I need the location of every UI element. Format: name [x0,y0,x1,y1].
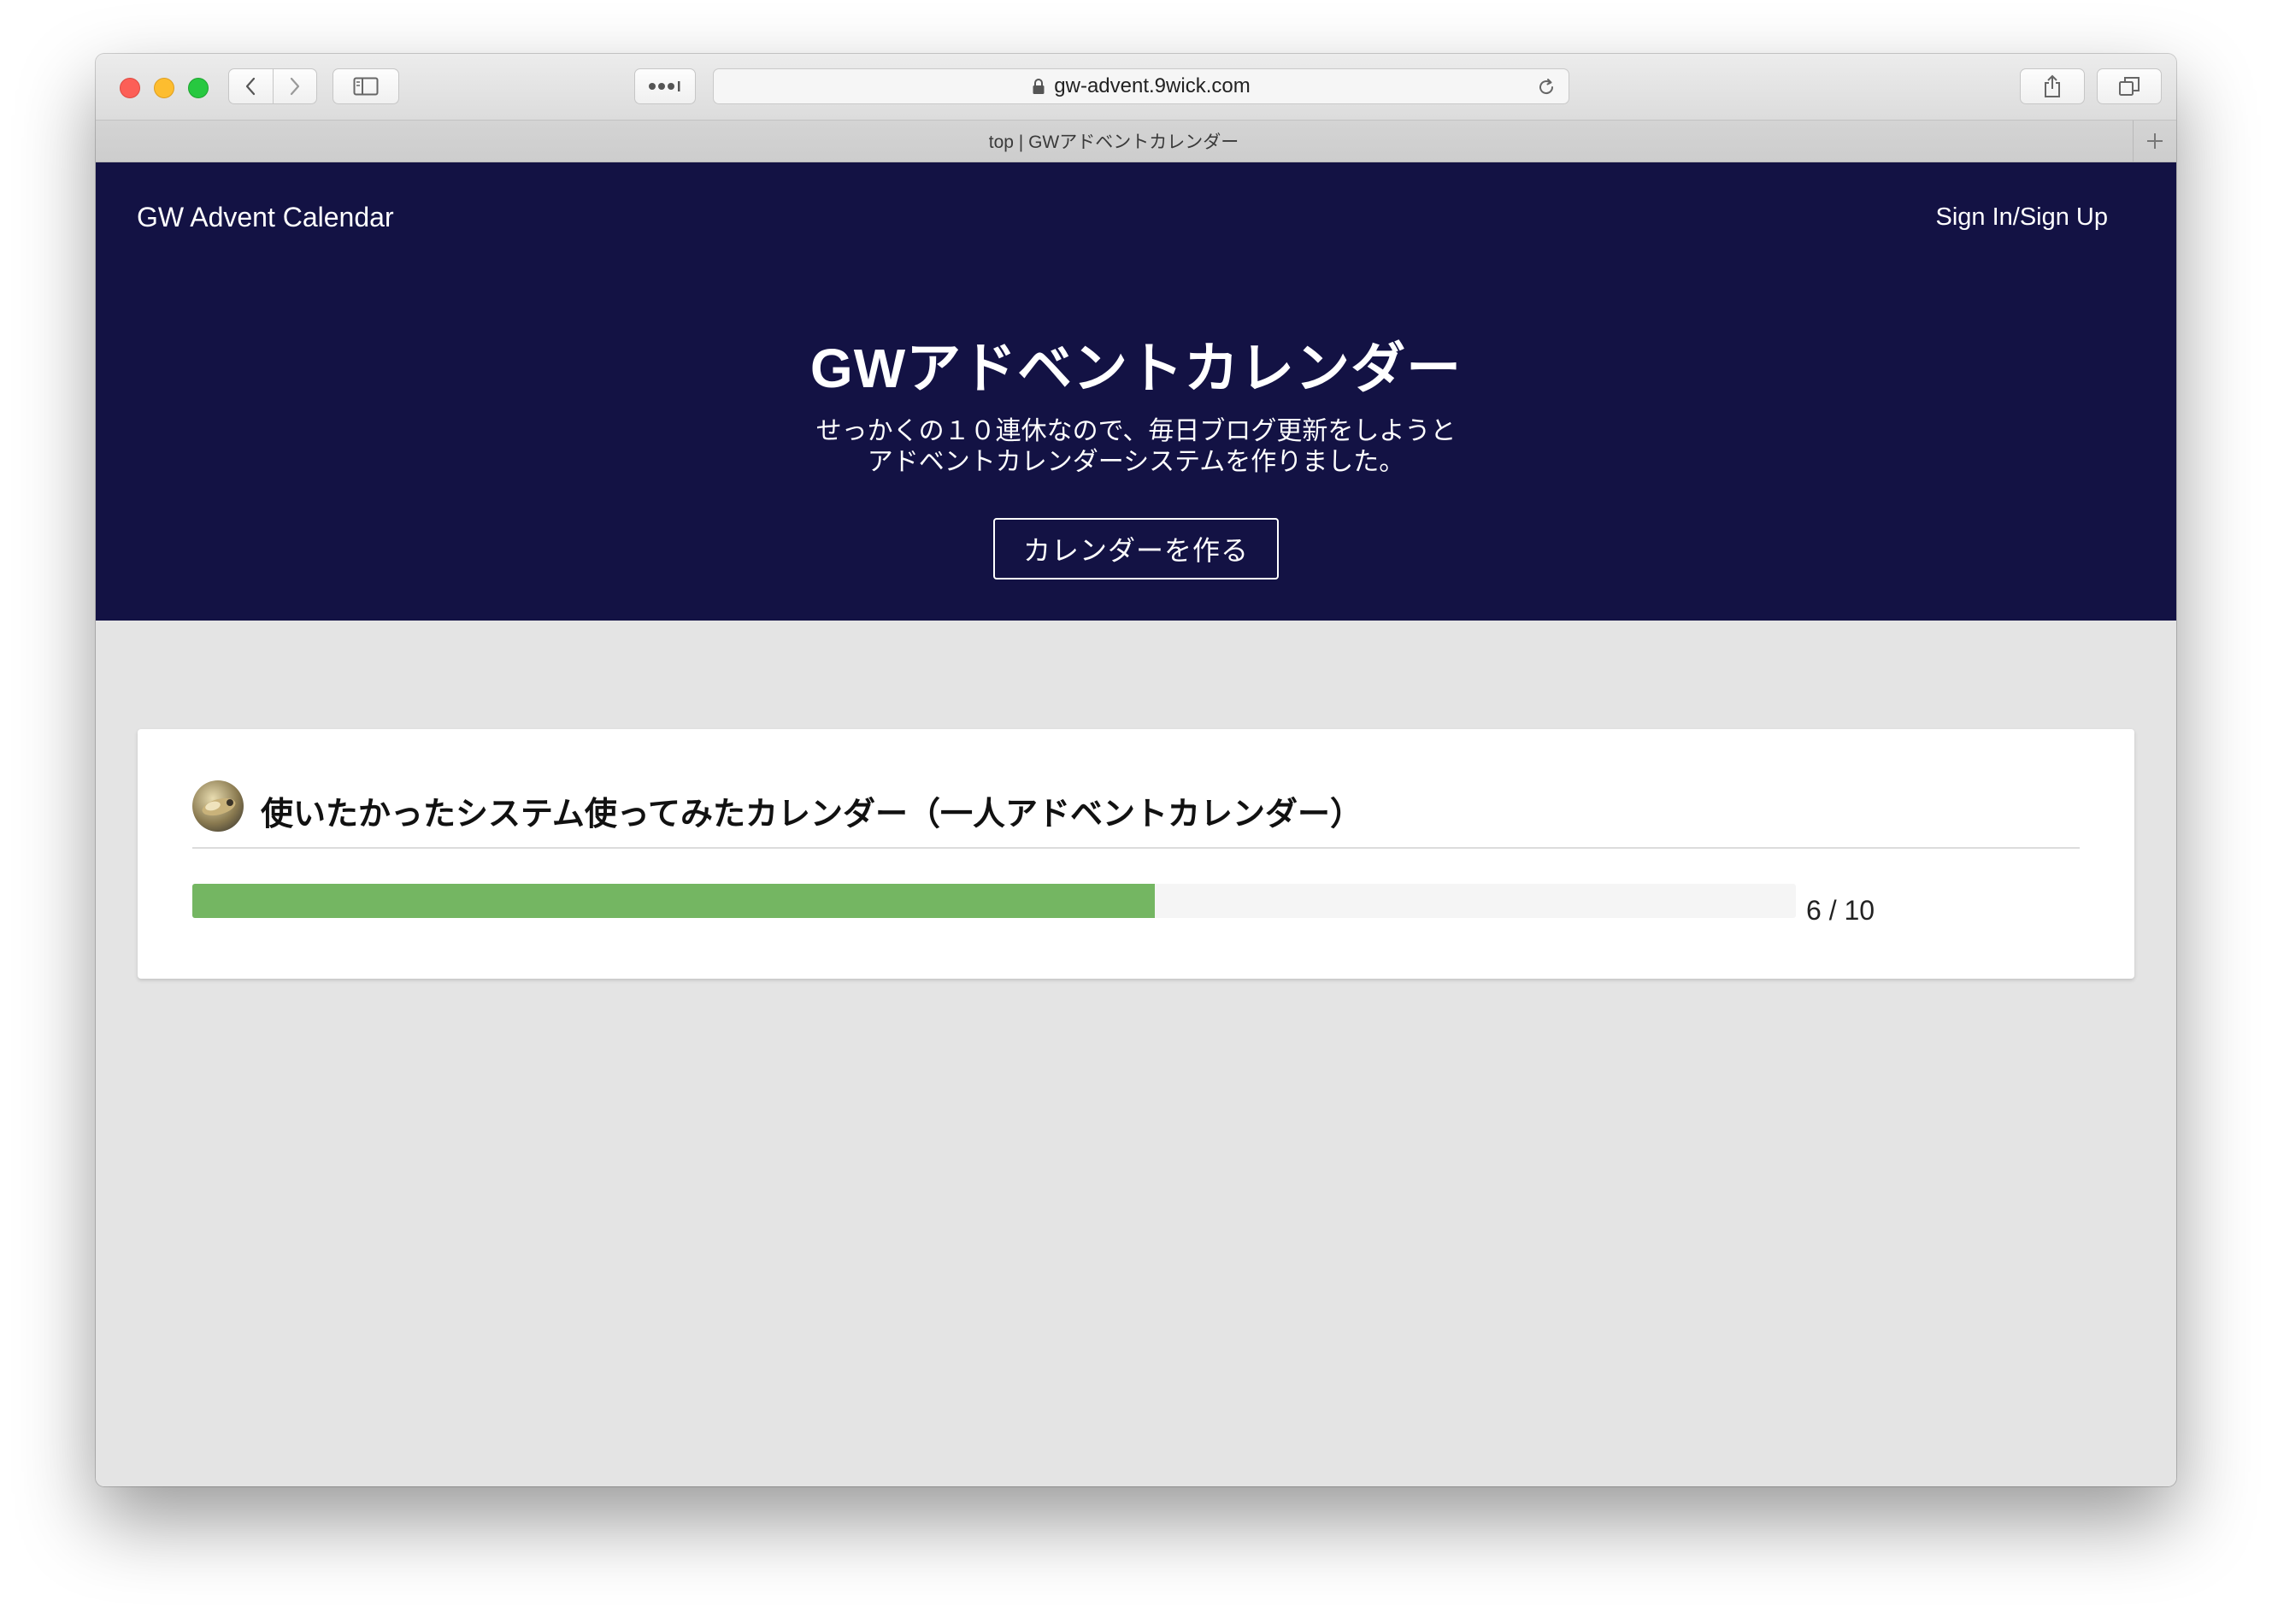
browser-toolbar: gw-advent.9wick.com [96,54,2176,121]
forward-button[interactable] [272,69,317,103]
chevron-right-icon [290,77,299,96]
plus-icon [2147,133,2163,149]
hero-subtitle: せっかくの１０連休なので、毎日ブログ更新をしようと アドベントカレンダーシステム… [96,416,2176,478]
tab-bar: top | GWアドベントカレンダー [96,121,2176,162]
calendar-card[interactable]: 使いたかったシステム使ってみたカレンダー（一人アドベントカレンダー） 6 / 1… [138,729,2134,979]
calendar-card-header: 使いたかったシステム使ってみたカレンダー（一人アドベントカレンダー） [192,780,2080,849]
browser-window: gw-advent.9wick.com top | GWアドベントカレンダー G… [96,54,2176,1486]
minimize-window-button[interactable] [154,78,174,98]
hero-subtitle-line2: アドベントカレンダーシステムを作りました。 [867,448,1405,476]
calendar-progress-bar [192,884,1796,918]
progress-fill [192,884,1155,918]
share-button[interactable] [2020,68,2085,104]
web-page: GW Advent Calendar Sign In/Sign Up GWアドベ… [96,162,2176,1486]
tabs-overview-icon [2119,77,2140,96]
avatar-image [202,797,236,816]
sidebar-icon [353,77,379,96]
zoom-window-button[interactable] [188,78,209,98]
share-icon [2045,74,2060,97]
nav-buttons [228,68,317,104]
address-url: gw-advent.9wick.com [1054,74,1251,97]
hero-subtitle-line1: せっかくの１０連休なので、毎日ブログ更新をしようと [815,417,1457,445]
new-tab-button[interactable] [2133,121,2176,162]
lock-icon [1033,79,1045,94]
signin-link[interactable]: Sign In/Sign Up [1935,203,2108,232]
close-window-button[interactable] [120,78,140,98]
calendar-title[interactable]: 使いたかったシステム使ってみたカレンダー（一人アドベントカレンダー） [261,787,1363,834]
create-calendar-button[interactable]: カレンダーを作る [993,518,1279,580]
avatar [192,780,244,832]
chevron-left-icon [246,77,256,96]
back-button[interactable] [229,69,273,103]
address-bar[interactable]: gw-advent.9wick.com [713,68,1569,104]
reload-icon[interactable] [1536,77,1557,97]
reader-dots-button[interactable] [634,68,696,104]
site-brand-link[interactable]: GW Advent Calendar [137,202,394,233]
show-tabs-button[interactable] [2097,68,2162,104]
progress-count: 6 / 10 [1806,895,1875,926]
hero-section: GW Advent Calendar Sign In/Sign Up GWアドベ… [96,162,2176,621]
hero-title: GWアドベントカレンダー [809,338,1463,399]
dots-icon [649,81,680,91]
sidebar-toggle-button[interactable] [333,68,399,104]
tab-active[interactable]: top | GWアドベントカレンダー [96,121,2132,162]
